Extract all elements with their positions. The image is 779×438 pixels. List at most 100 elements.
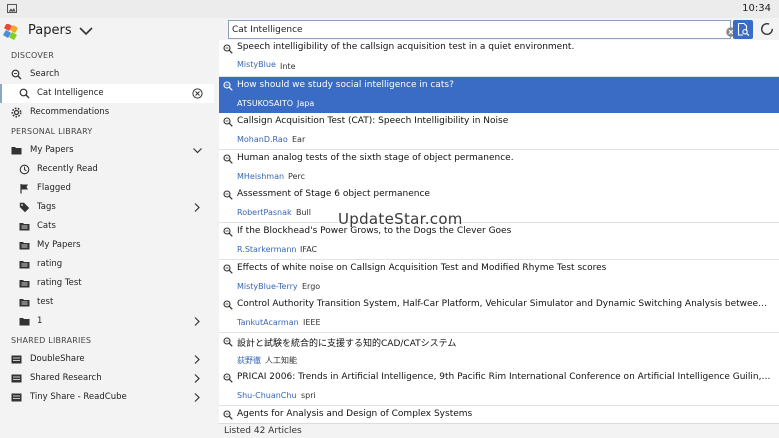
chevron-right-icon[interactable] bbox=[193, 202, 201, 213]
result-row[interactable]: Speech intelligibility of the callsign a… bbox=[219, 41, 779, 77]
search-result-icon bbox=[223, 373, 233, 383]
papers-logo-icon bbox=[3, 24, 18, 40]
result-row[interactable]: Human analog tests of the sixth stage of… bbox=[219, 150, 779, 187]
result-author[interactable]: MistyBlue-Terry bbox=[237, 282, 298, 291]
search-result-icon bbox=[223, 410, 233, 420]
personal-library-heading: PERSONAL LIBRARY bbox=[11, 127, 93, 136]
result-row[interactable]: PRICAI 2006: Trends in Artificial Intell… bbox=[219, 369, 779, 406]
result-author[interactable]: RobertPasnak bbox=[237, 208, 292, 217]
app-switcher[interactable]: Papers bbox=[0, 18, 214, 46]
result-source: Inte bbox=[280, 62, 296, 71]
result-title: Human analog tests of the sixth stage of… bbox=[237, 153, 514, 163]
collection-icon bbox=[19, 299, 30, 307]
tag-icon bbox=[19, 202, 30, 213]
collection-icon bbox=[19, 261, 30, 269]
chevron-right-icon[interactable] bbox=[193, 373, 201, 384]
status-bar: 10:34 bbox=[0, 0, 779, 18]
sidebar-item-doubleshare[interactable]: DoubleShare bbox=[0, 350, 214, 369]
search-bar bbox=[219, 18, 779, 40]
sidebar-item-tags[interactable]: Tags bbox=[0, 198, 214, 217]
chevron-down-icon[interactable] bbox=[192, 145, 203, 156]
sidebar-item-label: Tags bbox=[37, 202, 56, 212]
sidebar-item-my-papers[interactable]: My Papers bbox=[0, 141, 214, 160]
search-result-icon bbox=[223, 337, 233, 347]
result-row[interactable]: Assessment of Stage 6 object permanence R… bbox=[219, 186, 779, 223]
result-row[interactable]: 設計と試験を統合的に支援する知的CAD/CATシステム 荻野徹 人工知能 bbox=[219, 333, 779, 370]
image-icon bbox=[7, 4, 17, 13]
sidebar-item-label: test bbox=[37, 297, 54, 307]
result-author[interactable]: TankutAcarman bbox=[237, 318, 299, 327]
result-row[interactable]: If the Blockhead's Power Grows, to the D… bbox=[219, 223, 779, 260]
result-row[interactable]: Effects of white noise on Callsign Acqui… bbox=[219, 260, 779, 297]
result-title: PRICAI 2006: Trends in Artificial Intell… bbox=[237, 372, 772, 382]
result-source: spri bbox=[301, 391, 316, 400]
sidebar-item-saved-search[interactable]: Cat Intelligence bbox=[0, 84, 214, 103]
result-author[interactable]: MohanD.Rao bbox=[237, 135, 288, 144]
sidebar: Papers DISCOVER Search Cat Intelligence bbox=[0, 18, 214, 438]
chevron-right-icon[interactable] bbox=[193, 392, 201, 403]
refresh-icon[interactable] bbox=[760, 22, 774, 36]
result-title: Control Authority Transition System, Hal… bbox=[237, 299, 772, 309]
result-title: Assessment of Stage 6 object permanence bbox=[237, 189, 430, 199]
search-result-icon bbox=[223, 154, 233, 164]
sidebar-item-label: My Papers bbox=[30, 145, 74, 155]
result-author[interactable]: R.Starkermann bbox=[237, 245, 296, 254]
search-papers-button[interactable] bbox=[733, 20, 753, 39]
search-result-icon bbox=[223, 44, 233, 54]
result-author[interactable]: MistyBlue bbox=[237, 60, 276, 69]
search-box[interactable] bbox=[228, 20, 736, 39]
result-row[interactable]: Callsign Acquisition Test (CAT): Speech … bbox=[219, 113, 779, 150]
result-source: 人工知能 bbox=[265, 356, 297, 365]
sidebar-item-1[interactable]: 1 bbox=[0, 312, 214, 331]
selection-indicator bbox=[0, 84, 2, 103]
chevron-down-icon bbox=[79, 27, 93, 36]
result-author[interactable]: Shu-ChuanChu bbox=[237, 391, 297, 400]
result-title: Callsign Acquisition Test (CAT): Speech … bbox=[237, 116, 509, 126]
sidebar-item-label: Recommendations bbox=[30, 107, 110, 117]
sidebar-item-label: Search bbox=[30, 69, 60, 79]
sidebar-item-my-papers-collection[interactable]: My Papers bbox=[0, 236, 214, 255]
result-title: Effects of white noise on Callsign Acqui… bbox=[237, 263, 607, 273]
search-result-icon bbox=[223, 264, 233, 274]
collection-icon bbox=[19, 223, 30, 231]
main-panel: Speech intelligibility of the callsign a… bbox=[219, 18, 779, 438]
result-author[interactable]: ATSUKOSAITO bbox=[237, 99, 293, 108]
sidebar-item-recently-read[interactable]: Recently Read bbox=[0, 160, 214, 179]
search-input[interactable] bbox=[232, 23, 712, 37]
result-title: 設計と試験を統合的に支援する知的CAD/CATシステム bbox=[237, 339, 457, 349]
search-icon bbox=[11, 69, 22, 80]
sidebar-item-flagged[interactable]: Flagged bbox=[0, 179, 214, 198]
result-source: Bull bbox=[296, 208, 312, 217]
folder-icon bbox=[11, 147, 22, 155]
clock-icon bbox=[19, 164, 30, 175]
result-source: IFAC bbox=[300, 245, 318, 254]
result-row[interactable]: Agents for Analysis and Design of Comple… bbox=[219, 406, 779, 423]
article-count: Listed 42 Articles bbox=[224, 426, 302, 436]
result-source: Ergo bbox=[302, 282, 321, 291]
sidebar-item-label: Cat Intelligence bbox=[37, 88, 104, 98]
app-title: Papers bbox=[28, 23, 72, 38]
sidebar-item-cats[interactable]: Cats bbox=[0, 217, 214, 236]
sidebar-item-label: Flagged bbox=[37, 183, 71, 193]
search-result-icon bbox=[223, 300, 233, 310]
sidebar-item-recommendations[interactable]: Recommendations bbox=[0, 103, 214, 122]
sidebar-item-tiny-share[interactable]: Tiny Share - ReadCube bbox=[0, 388, 214, 407]
result-title: Speech intelligibility of the callsign a… bbox=[237, 42, 575, 52]
folder-icon bbox=[19, 318, 30, 326]
sidebar-item-rating-test[interactable]: rating Test bbox=[0, 274, 214, 293]
sidebar-item-search[interactable]: Search bbox=[0, 65, 214, 84]
result-row[interactable]: Control Authority Transition System, Hal… bbox=[219, 296, 779, 333]
sidebar-item-test[interactable]: test bbox=[0, 293, 214, 312]
sidebar-item-label: Shared Research bbox=[30, 373, 102, 383]
result-author[interactable]: 荻野徹 bbox=[237, 355, 261, 366]
sidebar-item-shared-research[interactable]: Shared Research bbox=[0, 369, 214, 388]
collection-icon bbox=[19, 280, 30, 288]
chevron-right-icon[interactable] bbox=[193, 354, 201, 365]
clear-search-icon[interactable] bbox=[192, 88, 203, 99]
sidebar-item-rating[interactable]: rating bbox=[0, 255, 214, 274]
chevron-right-icon[interactable] bbox=[193, 316, 201, 327]
result-row[interactable]: How should we study social intelligence … bbox=[219, 77, 779, 114]
result-author[interactable]: MHeishman bbox=[237, 172, 284, 181]
flag-icon bbox=[20, 184, 28, 194]
search-result-icon bbox=[223, 190, 233, 200]
